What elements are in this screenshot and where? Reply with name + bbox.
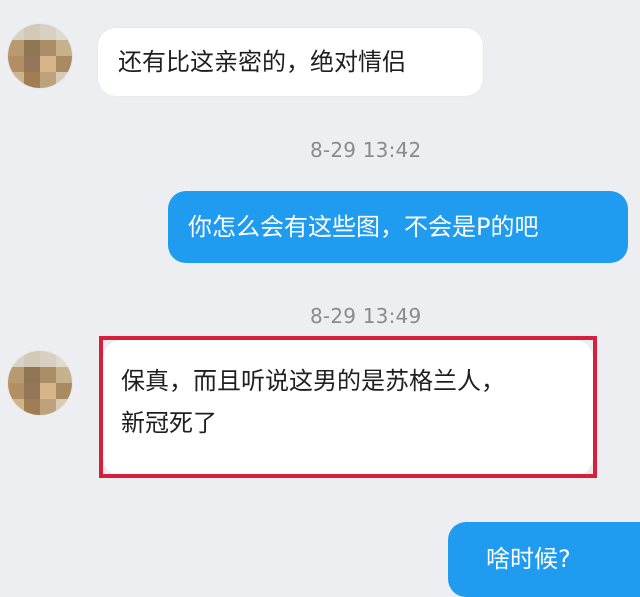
avatar[interactable] xyxy=(8,351,72,415)
message-text-line-1: 保真，而且听说这男的是苏格兰人， xyxy=(121,367,505,395)
outgoing-message-bubble[interactable]: 你怎么会有这些图，不会是P的吧 xyxy=(168,191,628,263)
timestamp: 8-29 13:49 xyxy=(310,304,422,328)
message-text-line-2: 新冠死了 xyxy=(121,409,217,437)
message-text: 你怎么会有这些图，不会是P的吧 xyxy=(188,213,539,241)
outgoing-message-bubble[interactable]: 啥时候? xyxy=(448,522,640,597)
highlighted-incoming-message-bubble[interactable]: 保真，而且听说这男的是苏格兰人， 新冠死了 xyxy=(103,340,593,476)
incoming-message-bubble[interactable]: 还有比这亲密的，绝对情侣 xyxy=(98,28,483,96)
timestamp: 8-29 13:42 xyxy=(310,138,422,162)
message-text: 还有比这亲密的，绝对情侣 xyxy=(118,48,406,76)
message-text: 啥时候? xyxy=(486,545,571,573)
chat-window: 还有比这亲密的，绝对情侣 8-29 13:42 你怎么会有这些图，不会是P的吧 … xyxy=(0,0,640,597)
avatar[interactable] xyxy=(8,24,72,88)
